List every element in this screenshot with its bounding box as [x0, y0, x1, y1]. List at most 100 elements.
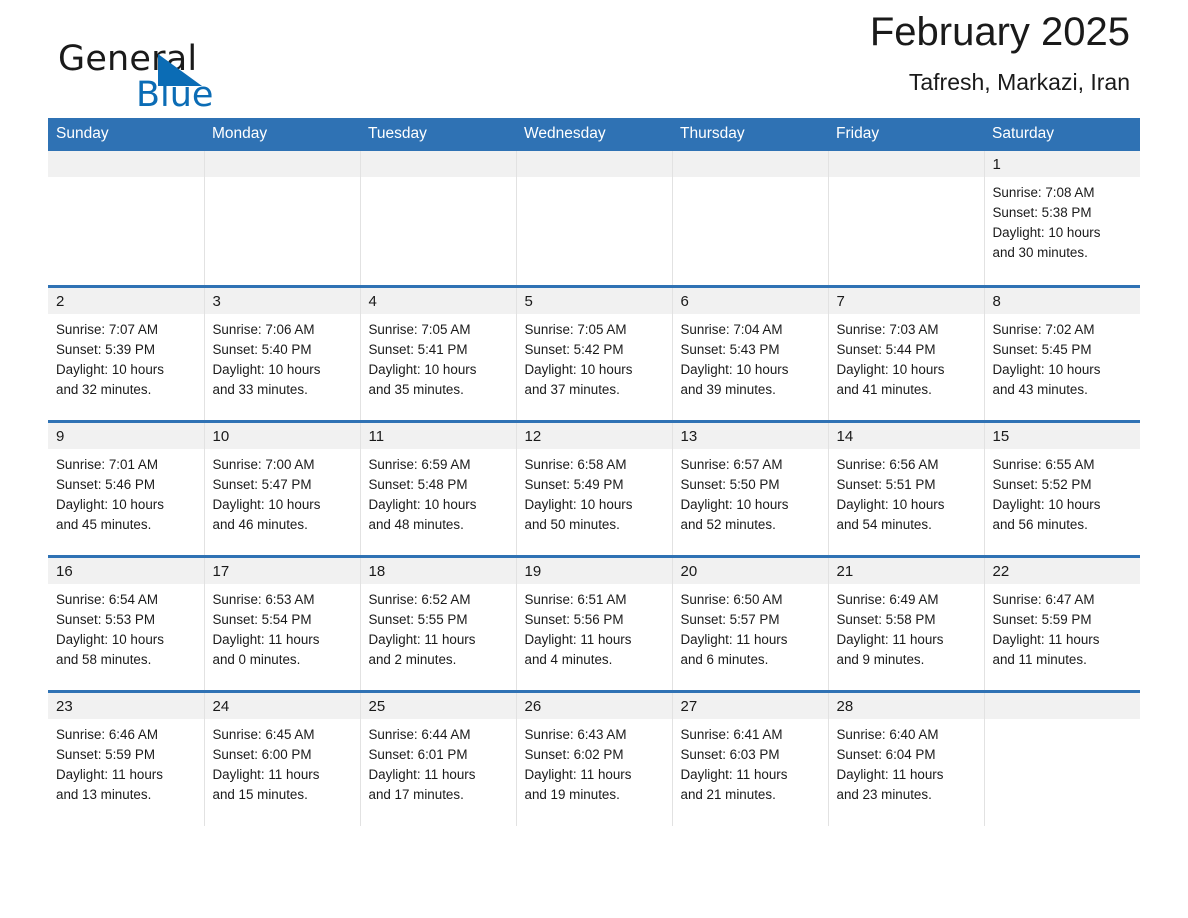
sunrise-time: Sunrise: 6:45 AM	[212, 726, 315, 742]
day-number: 24	[204, 692, 360, 719]
daylight-duration-line1: Daylight: 11 hours	[836, 766, 944, 782]
daylight-duration-line1: Daylight: 11 hours	[212, 766, 320, 782]
sunrise-time: Sunrise: 7:06 AM	[212, 321, 315, 337]
sunset-time: Sunset: 5:38 PM	[992, 205, 1092, 220]
sunrise-time: Sunrise: 6:54 AM	[56, 591, 158, 607]
calendar-body: 1 Sunrise: 7:08 AM Sunset: 5:38 PM Daylight…	[48, 151, 1140, 826]
calendar-day-cell[interactable]: 22 Sunrise: 6:47 AM Sunset: 5:59 PM Dayligh…	[983, 554, 1140, 691]
page-masthead: General Blue February 2025 Tafresh, Mark…	[48, 0, 1140, 118]
weekday-header-sunday: Sunday	[48, 118, 204, 151]
sunrise-time: Sunrise: 7:05 AM	[368, 321, 471, 337]
calendar-day-cell[interactable]: 6 Sunrise: 7:04 AM Sunset: 5:43 PM Daylight…	[671, 284, 828, 421]
calendar-day-cell[interactable]: 24 Sunrise: 6:45 AM Sunset: 6:00 PM Dayligh…	[203, 689, 360, 826]
calendar-day-cell[interactable]: 1 Sunrise: 7:08 AM Sunset: 5:38 PM Daylight…	[983, 151, 1140, 286]
calendar-week-row: 23 Sunrise: 6:46 AM Sunset: 5:59 PM Dayligh…	[48, 689, 1140, 826]
daylight-duration-line2: and 6 minutes.	[680, 651, 769, 667]
calendar-day-cell[interactable]: 8 Sunrise: 7:02 AM Sunset: 5:45 PM Daylight…	[983, 284, 1140, 421]
sunrise-time: Sunrise: 6:57 AM	[680, 456, 783, 472]
sunrise-time: Sunrise: 6:47 AM	[992, 591, 1095, 607]
calendar-day-cell[interactable]: 15 Sunrise: 6:55 AM Sunset: 5:52 PM Dayligh…	[983, 419, 1140, 556]
calendar-day-cell[interactable]: 26 Sunrise: 6:43 AM Sunset: 6:02 PM Dayligh…	[515, 689, 672, 826]
daylight-duration-line2: and 9 minutes.	[836, 651, 925, 667]
daylight-duration-line1: Daylight: 10 hours	[992, 361, 1101, 377]
calendar-day-cell[interactable]: 9 Sunrise: 7:01 AM Sunset: 5:46 PM Daylight…	[48, 419, 204, 556]
calendar-day-cell[interactable]: 20 Sunrise: 6:50 AM Sunset: 5:57 PM Dayligh…	[671, 554, 828, 691]
sunrise-time: Sunrise: 6:41 AM	[680, 726, 783, 742]
sunrise-time: Sunrise: 7:00 AM	[212, 456, 315, 472]
sunrise-time: Sunrise: 6:46 AM	[56, 726, 158, 742]
calendar-day-cell[interactable]: 23 Sunrise: 6:46 AM Sunset: 5:59 PM Dayligh…	[48, 689, 204, 826]
daylight-duration-line2: and 54 minutes.	[836, 516, 932, 532]
day-sun-info: Sunrise: 7:06 AM Sunset: 5:40 PM Daylight:…	[205, 314, 360, 400]
sunrise-time: Sunrise: 7:02 AM	[992, 321, 1095, 337]
calendar-day-cell[interactable]: 17 Sunrise: 6:53 AM Sunset: 5:54 PM Dayligh…	[203, 554, 360, 691]
daylight-duration-line1: Daylight: 10 hours	[212, 361, 321, 377]
daylight-duration-line1: Daylight: 11 hours	[368, 766, 476, 782]
sunrise-time: Sunrise: 6:51 AM	[524, 591, 627, 607]
sunrise-time: Sunrise: 6:59 AM	[368, 456, 471, 472]
page-title: February 2025	[869, 10, 1130, 54]
sunrise-time: Sunrise: 7:08 AM	[992, 185, 1095, 200]
daylight-duration-line2: and 35 minutes.	[368, 381, 464, 397]
day-number: 28	[828, 692, 984, 719]
calendar-day-cell[interactable]: 19 Sunrise: 6:51 AM Sunset: 5:56 PM Dayligh…	[515, 554, 672, 691]
calendar-day-cell[interactable]: 5 Sunrise: 7:05 AM Sunset: 5:42 PM Daylight…	[515, 284, 672, 421]
general-blue-logo[interactable]: General Blue	[58, 42, 318, 118]
day-sun-info: Sunrise: 6:50 AM Sunset: 5:57 PM Daylight:…	[673, 584, 828, 670]
calendar-day-cell[interactable]: 11 Sunrise: 6:59 AM Sunset: 5:48 PM Dayligh…	[359, 419, 516, 556]
sunset-time: Sunset: 5:53 PM	[56, 611, 155, 627]
sunset-time: Sunset: 5:45 PM	[992, 341, 1092, 357]
sunset-time: Sunset: 5:54 PM	[212, 611, 312, 627]
day-number: 16	[48, 557, 204, 584]
calendar-cell-empty	[203, 151, 360, 286]
calendar-day-cell[interactable]: 14 Sunrise: 6:56 AM Sunset: 5:51 PM Dayligh…	[827, 419, 984, 556]
calendar-day-cell[interactable]: 21 Sunrise: 6:49 AM Sunset: 5:58 PM Dayligh…	[827, 554, 984, 691]
daylight-duration-line2: and 15 minutes.	[212, 786, 308, 802]
calendar-day-cell[interactable]: 3 Sunrise: 7:06 AM Sunset: 5:40 PM Daylight…	[203, 284, 360, 421]
sunset-time: Sunset: 5:51 PM	[836, 476, 936, 492]
daylight-duration-line1: Daylight: 11 hours	[524, 766, 632, 782]
day-number: 12	[516, 422, 672, 449]
day-number: 3	[204, 287, 360, 314]
calendar-day-cell[interactable]: 2 Sunrise: 7:07 AM Sunset: 5:39 PM Daylight…	[48, 284, 204, 421]
calendar-day-cell[interactable]: 13 Sunrise: 6:57 AM Sunset: 5:50 PM Dayligh…	[671, 419, 828, 556]
calendar-day-cell[interactable]: 28 Sunrise: 6:40 AM Sunset: 6:04 PM Dayligh…	[827, 689, 984, 826]
day-sun-info: Sunrise: 7:03 AM Sunset: 5:44 PM Daylight:…	[829, 314, 984, 400]
calendar-day-cell[interactable]: 10 Sunrise: 7:00 AM Sunset: 5:47 PM Dayligh…	[203, 419, 360, 556]
sunset-time: Sunset: 5:44 PM	[836, 341, 936, 357]
sunset-time: Sunset: 6:00 PM	[212, 746, 312, 762]
calendar-day-cell[interactable]: 4 Sunrise: 7:05 AM Sunset: 5:41 PM Daylight…	[359, 284, 516, 421]
daylight-duration-line2: and 4 minutes.	[524, 651, 613, 667]
day-number: 23	[48, 692, 204, 719]
calendar-day-cell[interactable]: 18 Sunrise: 6:52 AM Sunset: 5:55 PM Dayligh…	[359, 554, 516, 691]
calendar-day-cell[interactable]: 12 Sunrise: 6:58 AM Sunset: 5:49 PM Dayligh…	[515, 419, 672, 556]
calendar-day-cell[interactable]: 25 Sunrise: 6:44 AM Sunset: 6:01 PM Dayligh…	[359, 689, 516, 826]
sunrise-time: Sunrise: 6:49 AM	[836, 591, 939, 607]
day-number: 20	[672, 557, 828, 584]
sunset-time: Sunset: 6:03 PM	[680, 746, 780, 762]
sunset-time: Sunset: 5:39 PM	[56, 341, 155, 357]
calendar-week-row: 2 Sunrise: 7:07 AM Sunset: 5:39 PM Daylight…	[48, 284, 1140, 421]
day-sun-info: Sunrise: 6:45 AM Sunset: 6:00 PM Daylight:…	[205, 719, 360, 805]
sunset-time: Sunset: 5:47 PM	[212, 476, 312, 492]
calendar-day-cell[interactable]: 27 Sunrise: 6:41 AM Sunset: 6:03 PM Dayligh…	[671, 689, 828, 826]
daylight-duration-line1: Daylight: 10 hours	[836, 361, 945, 377]
day-sun-info: Sunrise: 6:54 AM Sunset: 5:53 PM Daylight:…	[48, 584, 204, 670]
daylight-duration-line2: and 39 minutes.	[680, 381, 776, 397]
daylight-duration-line1: Daylight: 10 hours	[992, 496, 1101, 512]
page-subtitle: Tafresh, Markazi, Iran	[908, 68, 1130, 95]
daylight-duration-line2: and 21 minutes.	[680, 786, 776, 802]
calendar-cell-empty	[515, 151, 672, 286]
day-sun-info: Sunrise: 6:59 AM Sunset: 5:48 PM Daylight:…	[361, 449, 516, 535]
calendar-week-row: 9 Sunrise: 7:01 AM Sunset: 5:46 PM Daylight…	[48, 419, 1140, 556]
sunrise-time: Sunrise: 6:43 AM	[524, 726, 627, 742]
calendar-day-cell[interactable]: 7 Sunrise: 7:03 AM Sunset: 5:44 PM Daylight…	[827, 284, 984, 421]
sunrise-time: Sunrise: 6:53 AM	[212, 591, 315, 607]
daylight-duration-line1: Daylight: 10 hours	[56, 631, 164, 647]
sunrise-time: Sunrise: 7:03 AM	[836, 321, 939, 337]
daylight-duration-line2: and 56 minutes.	[992, 516, 1088, 532]
daylight-duration-line1: Daylight: 11 hours	[836, 631, 944, 647]
calendar-day-cell[interactable]: 16 Sunrise: 6:54 AM Sunset: 5:53 PM Dayligh…	[48, 554, 204, 691]
sunset-time: Sunset: 5:41 PM	[368, 341, 468, 357]
day-sun-info: Sunrise: 6:56 AM Sunset: 5:51 PM Daylight:…	[829, 449, 984, 535]
